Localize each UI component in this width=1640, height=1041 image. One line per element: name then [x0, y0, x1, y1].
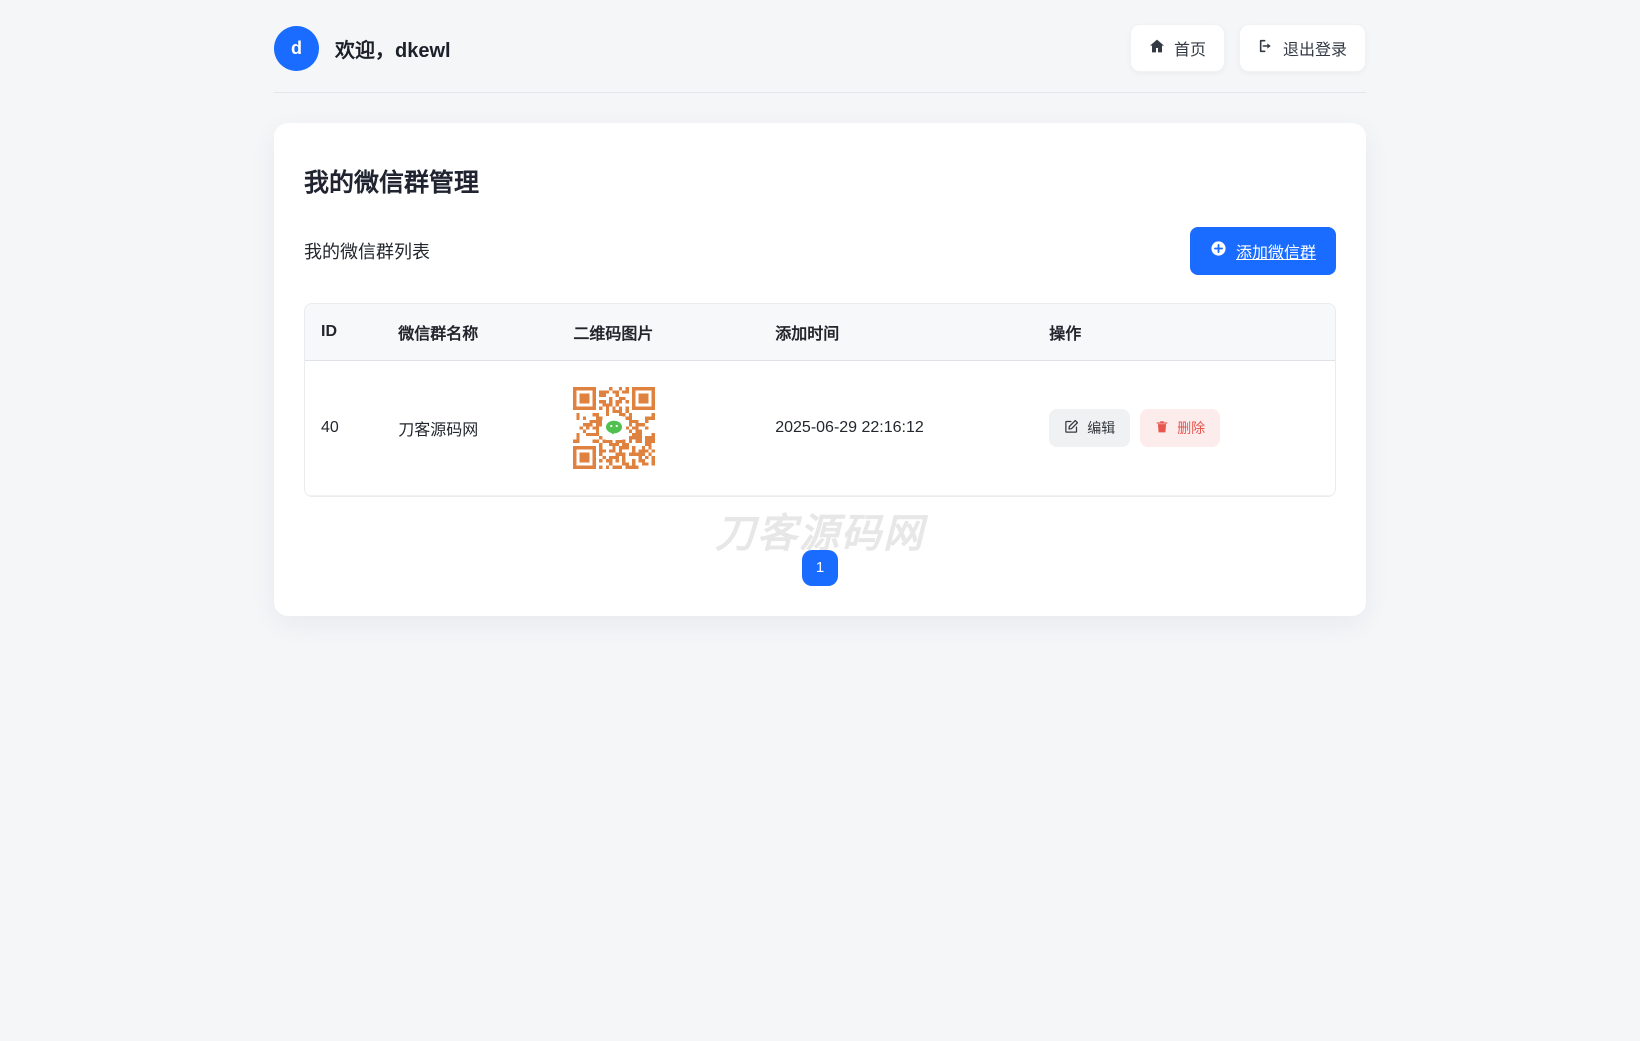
cell-qrcode — [557, 361, 759, 496]
logout-button-label: 退出登录 — [1283, 36, 1347, 60]
wechat-logo-icon — [602, 416, 626, 440]
trash-icon — [1155, 419, 1169, 437]
page-container: d 欢迎，dkewl 首页 退 — [274, 0, 1366, 616]
welcome-text: 欢迎，dkewl — [335, 34, 451, 63]
toolbar: 我的微信群列表 添加微信群 — [304, 227, 1336, 275]
table-row: 40 刀客源码网 — [305, 361, 1335, 496]
logout-icon — [1258, 38, 1274, 59]
qr-code-image[interactable] — [573, 387, 655, 469]
edit-button-label: 编辑 — [1087, 418, 1115, 438]
home-button-label: 首页 — [1174, 36, 1206, 60]
add-wechat-group-button[interactable]: 添加微信群 — [1190, 227, 1336, 275]
home-button[interactable]: 首页 — [1130, 24, 1225, 72]
group-table: ID 微信群名称 二维码图片 添加时间 操作 40 刀客源码网 — [304, 303, 1336, 497]
card-footer: 刀客源码网 1 — [304, 501, 1336, 586]
add-button-label: 添加微信群 — [1236, 239, 1316, 263]
table-header-row: ID 微信群名称 二维码图片 添加时间 操作 — [305, 304, 1335, 361]
plus-circle-icon — [1210, 240, 1227, 262]
edit-button[interactable]: 编辑 — [1049, 409, 1130, 447]
top-header: d 欢迎，dkewl 首页 退 — [274, 0, 1366, 93]
cell-id: 40 — [305, 361, 382, 496]
home-icon — [1149, 38, 1165, 59]
column-header-qrcode: 二维码图片 — [557, 304, 759, 361]
page-title: 我的微信群管理 — [304, 163, 1336, 199]
cell-actions: 编辑 删除 — [1033, 361, 1335, 496]
column-header-id: ID — [305, 304, 382, 361]
header-actions: 首页 退出登录 — [1130, 24, 1366, 72]
list-label: 我的微信群列表 — [304, 238, 430, 264]
cell-group-name: 刀客源码网 — [382, 361, 557, 496]
edit-icon — [1064, 419, 1079, 437]
logout-button[interactable]: 退出登录 — [1239, 24, 1366, 72]
delete-button-label: 删除 — [1177, 418, 1205, 438]
avatar: d — [274, 26, 319, 71]
column-header-actions: 操作 — [1033, 304, 1335, 361]
cell-added-time: 2025-06-29 22:16:12 — [759, 361, 1033, 496]
delete-button[interactable]: 删除 — [1140, 409, 1220, 447]
column-header-name: 微信群名称 — [382, 304, 557, 361]
wechat-group-panel: 我的微信群管理 我的微信群列表 添加微信群 — [274, 123, 1366, 616]
welcome-area: d 欢迎，dkewl — [274, 26, 451, 71]
pagination-page-1[interactable]: 1 — [802, 550, 838, 586]
column-header-time: 添加时间 — [759, 304, 1033, 361]
